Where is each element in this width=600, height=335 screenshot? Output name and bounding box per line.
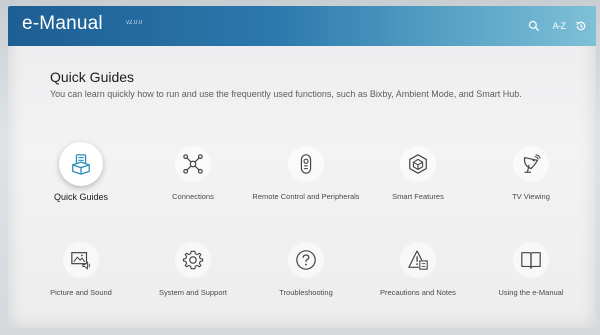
a-z-index-button[interactable]: A-Z <box>550 17 568 35</box>
header-bar: e-Manual v2.0.0 A-Z <box>8 6 596 46</box>
category-label: Connections <box>172 192 214 201</box>
app-title: e-Manual <box>22 13 103 34</box>
quick-guides-icon <box>59 142 103 186</box>
category-quick-guides[interactable]: Quick Guides <box>26 142 136 236</box>
tv-viewing-icon <box>513 146 549 182</box>
section-description: You can learn quickly how to run and use… <box>50 89 522 99</box>
category-label: System and Support <box>159 288 227 297</box>
category-label: Picture and Sound <box>50 288 112 297</box>
gear-icon <box>175 242 211 278</box>
category-precautions-and-notes[interactable]: Precautions and Notes <box>363 242 473 328</box>
picture-sound-icon <box>63 242 99 278</box>
category-label: Precautions and Notes <box>380 288 456 297</box>
history-icon[interactable] <box>572 17 590 35</box>
smart-features-icon <box>400 146 436 182</box>
search-icon[interactable] <box>525 17 543 35</box>
category-label: Using the e-Manual <box>498 288 564 297</box>
warning-icon <box>400 242 436 278</box>
category-smart-features[interactable]: Smart Features <box>363 146 473 236</box>
category-tv-viewing[interactable]: TV Viewing <box>476 146 586 236</box>
category-connections[interactable]: Connections <box>138 146 248 236</box>
category-using-the-e-manual[interactable]: Using the e-Manual <box>476 242 586 328</box>
category-label: TV Viewing <box>512 192 550 201</box>
version-label: v2.0.0 <box>126 20 143 26</box>
remote-control-icon <box>288 146 324 182</box>
category-system-and-support[interactable]: System and Support <box>138 242 248 328</box>
category-troubleshooting[interactable]: Troubleshooting <box>251 242 361 328</box>
category-label: Quick Guides <box>53 192 109 202</box>
category-label: Troubleshooting <box>279 288 333 297</box>
question-mark-icon <box>288 242 324 278</box>
connections-icon <box>175 146 211 182</box>
category-remote-control[interactable]: Remote Control and Peripherals <box>251 146 361 236</box>
category-picture-and-sound[interactable]: Picture and Sound <box>26 242 136 328</box>
category-label: Remote Control and Peripherals <box>252 192 360 201</box>
e-manual-book-icon <box>513 242 549 278</box>
section-title: Quick Guides <box>50 69 135 85</box>
tv-screen: e-Manual v2.0.0 A-Z Quick Guides You can… <box>8 6 596 328</box>
category-label: Smart Features <box>392 192 444 201</box>
